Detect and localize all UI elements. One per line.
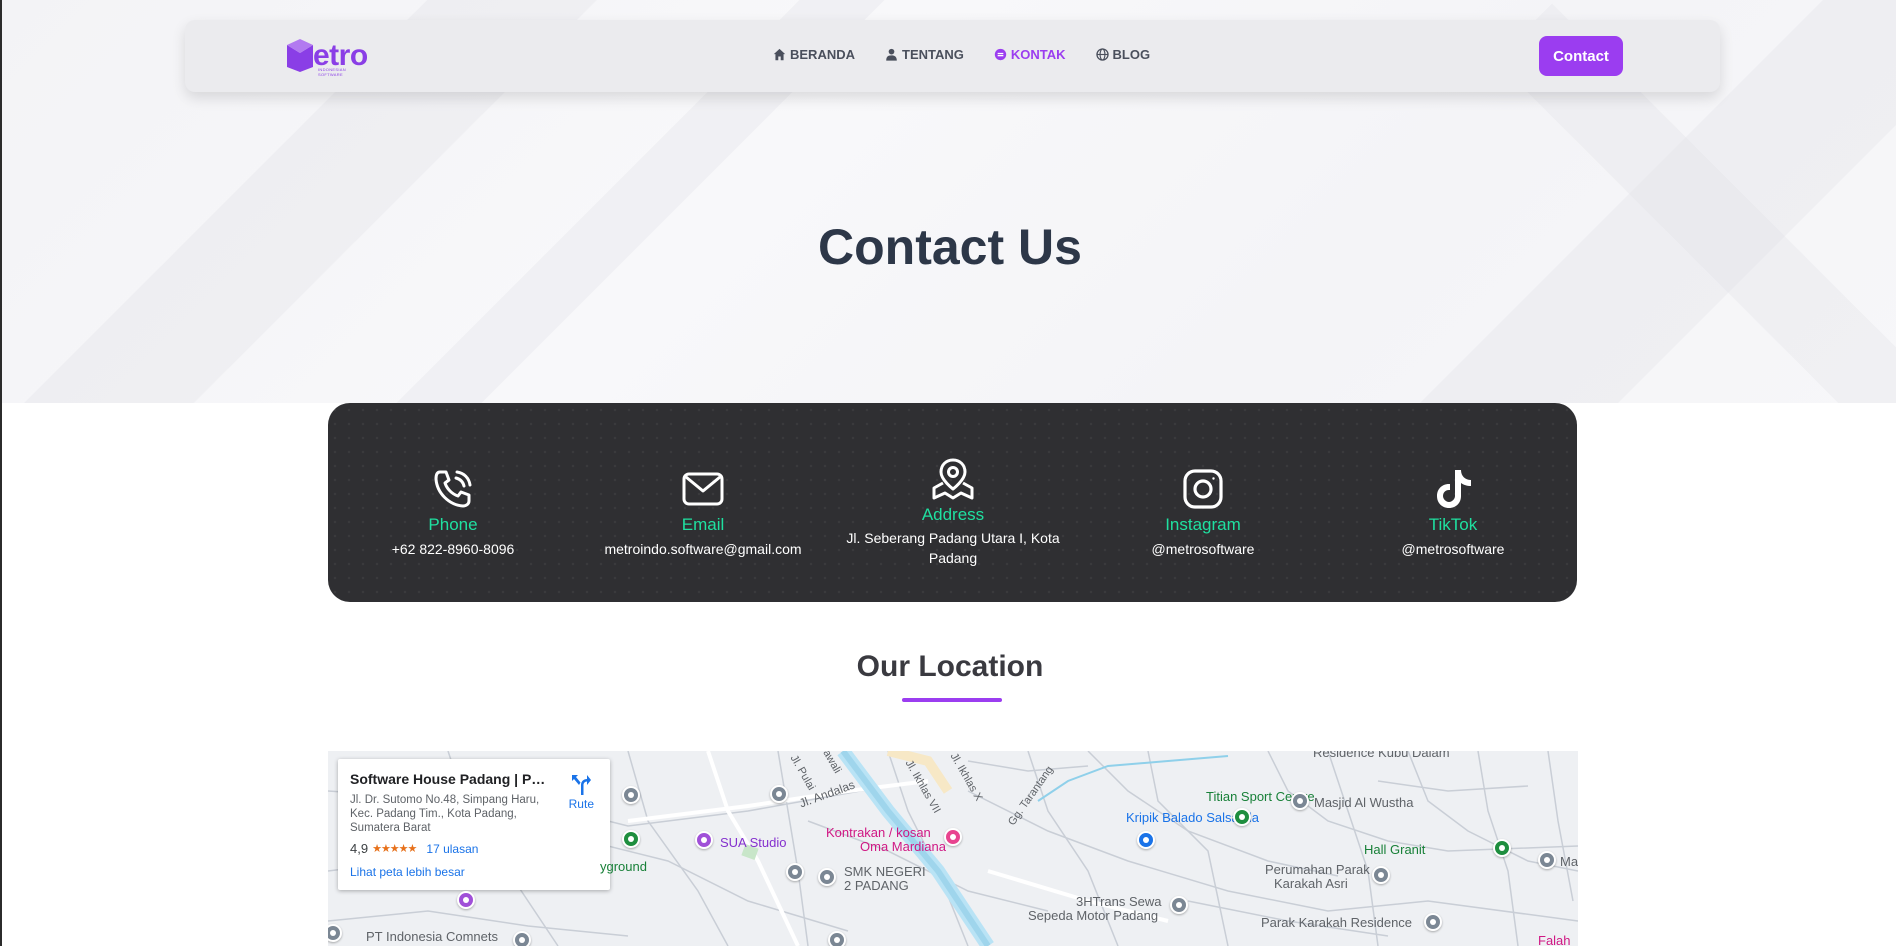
map-label-comnets: PT Indonesia Comnets [366, 929, 498, 944]
star-rating-icon: ★★★★★ [372, 843, 417, 855]
location-pin-icon [932, 458, 974, 500]
contact-label: Phone [428, 515, 478, 534]
route-button[interactable]: Rute [569, 773, 594, 811]
map-label-trans-2: Sepeda Motor Padang [1028, 908, 1159, 923]
nav-label-beranda: BERANDA [790, 47, 855, 62]
page-title: Contact Us [818, 219, 1082, 275]
school-pin-icon[interactable] [818, 868, 836, 886]
contact-label: Instagram [1165, 515, 1241, 534]
residence-pin-icon[interactable] [1424, 913, 1442, 931]
phone-icon [434, 470, 472, 508]
map-place-card: Software House Padang | PT. ... Jl. Dr. … [338, 759, 610, 890]
nav-item-tentang[interactable]: TENTANG [885, 47, 964, 62]
map-label-perumahan: Perumahan Parak [1265, 862, 1370, 877]
housing-pin-icon[interactable] [1372, 866, 1390, 884]
map-label-playground: yground [600, 859, 647, 874]
sport-pin-icon[interactable] [1233, 808, 1251, 826]
map-label-kontrakan-2: Oma Mardiana [860, 839, 946, 854]
nav-label-kontak: KONTAK [1010, 47, 1066, 62]
place-address: Jl. Dr. Sutomo No.48, Simpang Haru, Kec.… [350, 794, 540, 834]
hall-pin-icon[interactable] [1493, 839, 1511, 857]
place-reviews-link[interactable]: 17 ulasan [426, 842, 478, 856]
section-underline [902, 698, 1002, 702]
view-larger-map-link[interactable]: Lihat peta lebih besar [350, 865, 598, 879]
mosque-pin-icon[interactable] [1538, 851, 1556, 869]
bus-stop-icon[interactable] [786, 863, 804, 881]
rental-pin-icon[interactable] [1170, 896, 1188, 914]
place-name: Software House Padang | PT. ... [350, 771, 550, 787]
contact-label: Address [921, 505, 985, 524]
contact-email[interactable]: Email metroindo.software@gmail.com [578, 403, 828, 602]
contact-tiktok[interactable]: TikTok @metrosoftware [1328, 403, 1578, 602]
contact-value: @metrosoftware [1151, 541, 1255, 557]
map-pin-sua-studio[interactable] [695, 831, 713, 849]
contact-value: @metrosoftware [1401, 541, 1505, 557]
route-label: Rute [568, 797, 594, 811]
contact-value: +62 822-8960-8096 [391, 541, 515, 557]
map-pin-comnets[interactable] [513, 931, 531, 946]
home-icon [773, 48, 786, 61]
map-label-masjid: Masjid Al Wustha [1314, 795, 1414, 810]
navbar: etro INDONESIAN SOFTWARE BERANDA TENTANG… [185, 20, 1720, 92]
contact-label: Email [681, 515, 725, 534]
map-pin-kontrakan[interactable] [944, 828, 962, 846]
instagram-icon [1183, 469, 1223, 509]
park-pin-icon[interactable] [622, 830, 640, 848]
contact-instagram[interactable]: Instagram @metrosoftware [1078, 403, 1328, 602]
bus-stop-icon[interactable] [828, 931, 846, 946]
map-label-kontrakan: Kontrakan / kosan [826, 825, 931, 840]
contact-value: Jl. Seberang Padang Utara I, Kota Padang [846, 530, 1060, 566]
mosque-pin-icon[interactable] [1291, 792, 1309, 810]
map-label-trans: 3HTrans Sewa [1076, 894, 1162, 909]
contact-phone[interactable]: Phone +62 822-8960-8096 [328, 403, 578, 602]
map-label-sua-studio: SUA Studio [720, 835, 787, 850]
map-label-parak-residence: Parak Karakah Residence [1261, 915, 1413, 930]
contact-label: TikTok [1428, 515, 1478, 534]
logo-subtext: INDONESIAN SOFTWARE [318, 67, 346, 77]
map-label-smk: SMK NEGERI [844, 864, 926, 879]
nav-menu: BERANDA TENTANG KONTAK BLOG [773, 47, 1180, 62]
place-rating: 4,9 [350, 841, 369, 856]
globe-icon [1095, 48, 1109, 61]
map-label-kubu-dalam: Residence Kubu Dalam [1313, 751, 1450, 760]
map-label-hall: Hall Granit [1364, 842, 1426, 857]
map-label-falah: Falah [1538, 933, 1571, 946]
map-label-ma: Ma [1560, 854, 1578, 869]
shop-pin-icon[interactable] [1137, 831, 1155, 849]
contact-button[interactable]: Contact [1539, 36, 1623, 76]
nav-label-blog: BLOG [1112, 47, 1151, 62]
mail-icon [682, 472, 724, 506]
directions-icon [572, 775, 592, 795]
logo[interactable]: etro INDONESIAN SOFTWARE [285, 38, 368, 77]
map-embed[interactable]: Software House Padang | PT. ... Jl. Dr. … [328, 751, 1578, 946]
contact-address[interactable]: Address Jl. Seberang Padang Utara I, Kot… [828, 403, 1078, 602]
contact-icon [994, 48, 1007, 61]
map-label-smk-2: 2 PADANG [844, 878, 909, 893]
tiktok-icon [1437, 470, 1471, 508]
nav-item-kontak[interactable]: KONTAK [994, 47, 1066, 62]
logo-icon [287, 39, 313, 72]
map-label-perumahan-2: Karakah Asri [1274, 876, 1348, 891]
contact-value: metroindo.software@gmail.com [604, 541, 802, 557]
section-title-location: Our Location [856, 650, 1044, 683]
contact-panel: Phone +62 822-8960-8096 Email metroindo.… [328, 403, 1577, 602]
bus-stop-icon[interactable] [622, 786, 640, 804]
place-rating-row: 4,9 ★★★★★ 17 ulasan [350, 841, 598, 856]
nav-item-blog[interactable]: BLOG [1095, 47, 1151, 62]
nav-label-tentang: TENTANG [902, 47, 964, 62]
bus-stop-icon[interactable] [770, 785, 788, 803]
map-pin-place[interactable] [457, 891, 475, 909]
nav-item-beranda[interactable]: BERANDA [773, 47, 855, 62]
user-icon [886, 48, 897, 61]
